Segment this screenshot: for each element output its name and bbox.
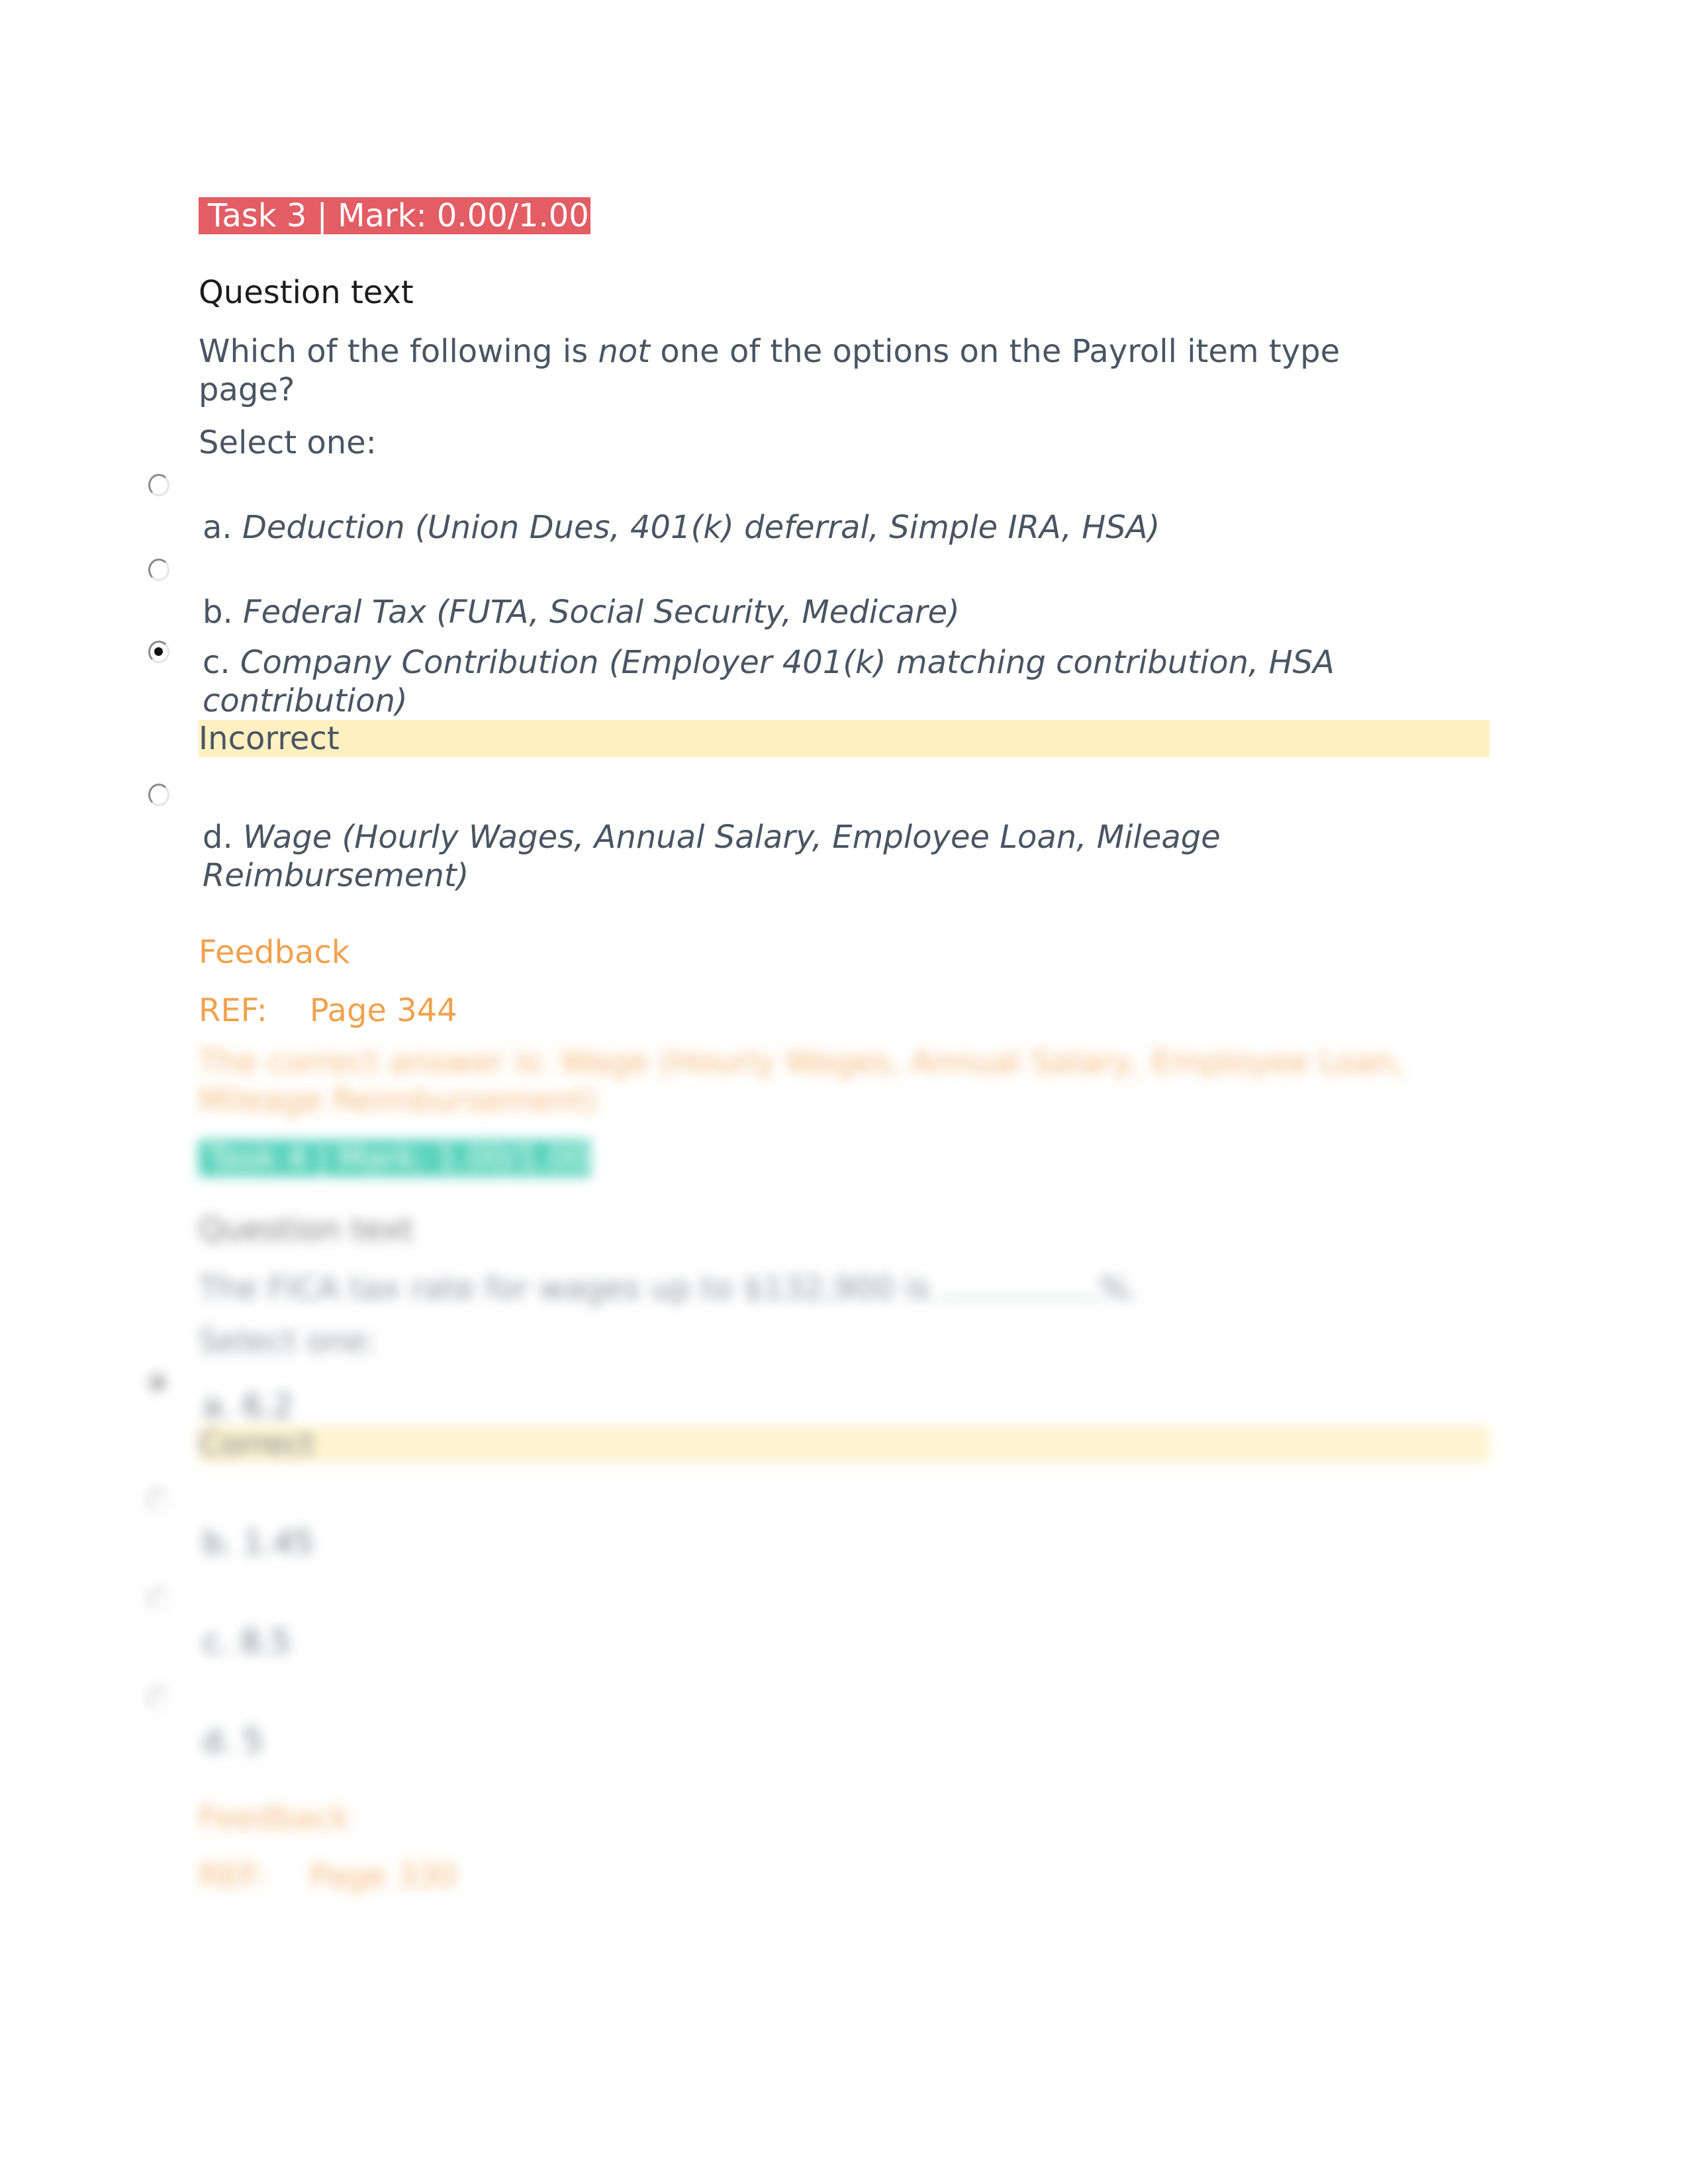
feedback-reference: REF: Page 330 <box>199 1857 1489 1895</box>
option-text: 5 <box>243 1723 263 1760</box>
option-letter: c. <box>203 644 230 681</box>
content: Task 3 | Mark: 0.00/1.00 Question text W… <box>148 197 1489 1895</box>
feedback-heading: Feedback <box>199 1799 350 1837</box>
mark-badge: Task 3 | Mark: 0.00/1.00 <box>199 197 590 234</box>
ref-value: Page 330 <box>309 1858 457 1895</box>
question-text-part: %. <box>1099 1270 1140 1307</box>
option-letter: b. <box>203 594 233 631</box>
option-label[interactable]: b. 1.45 <box>199 1489 1427 1562</box>
radio-button[interactable] <box>148 1688 169 1710</box>
option-a[interactable]: a. Deduction (Union Dues, 401(k) deferra… <box>148 474 1489 547</box>
question-heading: Question text <box>199 1211 414 1248</box>
option-letter: c. <box>203 1623 230 1661</box>
option-text: 1.45 <box>243 1524 314 1561</box>
option-c[interactable]: c. Company Contribution (Employer 401(k)… <box>148 641 1489 757</box>
radio-button[interactable] <box>148 1489 169 1512</box>
incorrect-status: Incorrect <box>199 720 1489 757</box>
option-label[interactable]: b. Federal Tax (FUTA, Social Security, M… <box>199 559 1427 631</box>
radio-button[interactable] <box>148 784 169 806</box>
option-text: Deduction (Union Dues, 401(k) deferral, … <box>242 509 1160 546</box>
option-label[interactable]: c. 8.5 <box>199 1588 1427 1661</box>
option-label[interactable]: d. Wage (Hourly Wages, Annual Salary, Em… <box>199 784 1427 895</box>
radio-button[interactable] <box>148 1588 169 1611</box>
option-text: Federal Tax (FUTA, Social Security, Medi… <box>243 594 960 631</box>
option-text: 8.5 <box>240 1623 291 1661</box>
ref-label: REF: <box>199 1858 267 1895</box>
option-label[interactable]: a. Deduction (Union Dues, 401(k) deferra… <box>199 474 1427 547</box>
option-a[interactable]: a. 6.2 Correct <box>148 1373 1489 1463</box>
radio-button[interactable] <box>148 559 169 581</box>
question-heading: Question text <box>199 274 414 311</box>
option-label[interactable]: a. 6.2 <box>199 1373 1427 1426</box>
select-one-label: Select one: <box>199 1323 377 1360</box>
option-c[interactable]: c. 8.5 <box>148 1588 1489 1661</box>
question-text-part: The FICA tax rate for wages up to $132,9… <box>199 1270 941 1307</box>
option-letter: d. <box>203 1723 233 1760</box>
question-task-3: Task 3 | Mark: 0.00/1.00 Question text W… <box>148 197 1489 1030</box>
select-one-label: Select one: <box>199 424 377 461</box>
radio-dot-icon <box>154 647 163 656</box>
option-letter: a. <box>203 509 232 546</box>
option-label[interactable]: c. Company Contribution (Employer 401(k)… <box>199 643 1427 720</box>
mark-badge: Task 4 | Mark: 1.00/1.00 <box>199 1140 590 1177</box>
question-text-part: Which of the following is <box>199 333 598 370</box>
feedback-reference: REF: Page 344 <box>199 991 1489 1030</box>
option-b[interactable]: b. Federal Tax (FUTA, Social Security, M… <box>148 559 1489 631</box>
option-b[interactable]: b. 1.45 <box>148 1489 1489 1562</box>
question-task-4: Task 4 | Mark: 1.00/1.00 Question text T… <box>148 1140 1489 1895</box>
option-letter: a. <box>203 1388 232 1425</box>
question-text: Which of the following is not one of the… <box>199 332 1423 409</box>
question-text-emphasis: not <box>598 333 651 370</box>
radio-button-selected[interactable] <box>148 1373 169 1395</box>
option-d[interactable]: d. Wage (Hourly Wages, Annual Salary, Em… <box>148 784 1489 895</box>
option-text: Company Contribution (Employer 401(k) ma… <box>203 644 1335 719</box>
option-d[interactable]: d. 5 <box>148 1688 1489 1760</box>
quiz-review-page: Task 3 | Mark: 0.00/1.00 Question text W… <box>0 0 1688 2184</box>
option-text: Wage (Hourly Wages, Annual Salary, Emplo… <box>203 819 1221 894</box>
correct-answer-text: The correct answer is: Wage (Hourly Wage… <box>199 1044 1405 1119</box>
feedback-heading: Feedback <box>199 934 350 971</box>
radio-dot-icon <box>154 1379 163 1388</box>
ref-value: Page 344 <box>309 992 457 1029</box>
question-text: The FICA tax rate for wages up to $132,9… <box>199 1269 1423 1308</box>
option-letter: d. <box>203 819 233 856</box>
radio-button[interactable] <box>148 474 169 496</box>
radio-button-selected[interactable] <box>148 641 169 663</box>
option-text: 6.2 <box>242 1388 293 1425</box>
blurred-preview: The correct answer is: Wage (Hourly Wage… <box>148 1043 1489 1895</box>
option-letter: b. <box>203 1524 233 1561</box>
option-label[interactable]: d. 5 <box>199 1688 1427 1760</box>
answer-blank <box>940 1271 1100 1299</box>
ref-label: REF: <box>199 992 267 1029</box>
correct-status: Correct <box>199 1426 1489 1463</box>
